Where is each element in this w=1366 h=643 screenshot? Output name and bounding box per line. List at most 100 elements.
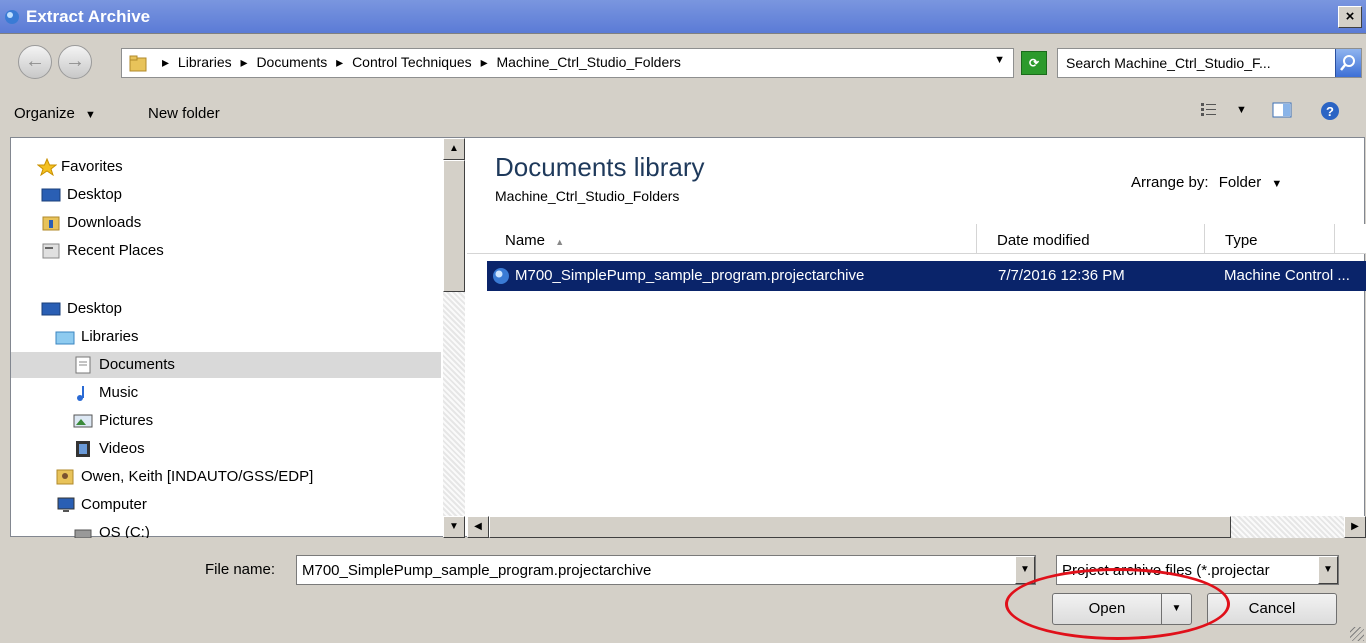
file-type: Machine Control ... bbox=[1224, 267, 1350, 284]
column-name[interactable]: Name ▲ bbox=[467, 224, 977, 254]
scroll-left-icon[interactable]: ◀ bbox=[467, 516, 489, 538]
svg-text:?: ? bbox=[1326, 104, 1334, 119]
file-date-modified: 7/7/2016 12:36 PM bbox=[998, 267, 1125, 284]
command-bar: Organize ▼ New folder ▼ ? bbox=[0, 89, 1366, 137]
window-title: Extract Archive bbox=[26, 7, 151, 26]
nav-label: Music bbox=[99, 384, 139, 401]
search-input[interactable]: Search Machine_Ctrl_Studio_F... bbox=[1057, 48, 1362, 78]
nav-label: Pictures bbox=[99, 412, 154, 429]
nav-item-user[interactable]: Owen, Keith [INDAUTO/GSS/EDP] bbox=[11, 464, 441, 490]
preview-pane-button[interactable] bbox=[1272, 101, 1292, 125]
search-placeholder: Search Machine_Ctrl_Studio_F... bbox=[1066, 55, 1271, 71]
downloads-icon bbox=[42, 216, 60, 231]
nav-label: Downloads bbox=[67, 214, 142, 231]
breadcrumb-separator[interactable]: ▸ bbox=[481, 54, 488, 70]
address-bar[interactable]: ▸ Libraries ▸ Documents ▸ Control Techni… bbox=[121, 48, 1014, 78]
arrange-by: Arrange by: Folder ▼ bbox=[1131, 174, 1282, 191]
nav-label: Videos bbox=[99, 440, 145, 457]
breadcrumb-separator[interactable]: ▸ bbox=[336, 54, 343, 70]
nav-scrollbar-thumb[interactable] bbox=[443, 160, 465, 292]
organize-label: Organize bbox=[14, 105, 75, 122]
nav-item-downloads[interactable]: Downloads bbox=[11, 210, 441, 236]
resize-grip[interactable] bbox=[1350, 627, 1364, 641]
recent-places-icon bbox=[42, 243, 60, 259]
nav-item-documents[interactable]: Documents bbox=[11, 352, 441, 378]
search-icon bbox=[1340, 55, 1355, 71]
refresh-button[interactable]: ⟳ bbox=[1021, 51, 1047, 75]
hscrollbar-thumb[interactable] bbox=[489, 516, 1231, 538]
breadcrumb-separator[interactable]: ▸ bbox=[162, 54, 169, 70]
file-row[interactable]: M700_SimplePump_sample_program.projectar… bbox=[487, 261, 1366, 291]
forward-button[interactable]: → bbox=[58, 45, 92, 79]
nav-item-desktop-fav[interactable]: Desktop bbox=[11, 182, 441, 208]
chevron-down-icon: ▼ bbox=[1271, 178, 1283, 190]
nav-label: Documents bbox=[99, 356, 175, 373]
nav-label: Desktop bbox=[67, 186, 123, 203]
help-button[interactable]: ? bbox=[1320, 101, 1340, 125]
arrange-label: Arrange by: bbox=[1131, 174, 1209, 191]
nav-label: Computer bbox=[81, 496, 147, 513]
scroll-up-icon[interactable]: ▲ bbox=[443, 138, 465, 160]
scroll-right-icon[interactable]: ▶ bbox=[1344, 516, 1366, 538]
nav-scrollbar[interactable]: ▲ ▼ bbox=[443, 138, 465, 538]
music-icon bbox=[77, 386, 84, 401]
nav-label: Desktop bbox=[67, 300, 123, 317]
file-name-field[interactable]: M700_SimplePump_sample_program.projectar… bbox=[296, 555, 1036, 585]
back-button[interactable]: ← bbox=[18, 45, 52, 79]
chevron-down-icon: ▼ bbox=[85, 109, 96, 121]
address-dropdown-icon[interactable]: ▼ bbox=[994, 54, 1005, 66]
nav-item-pictures[interactable]: Pictures bbox=[11, 408, 441, 434]
view-options-button[interactable] bbox=[1200, 101, 1218, 125]
arrange-value: Folder bbox=[1218, 174, 1262, 191]
preview-pane-icon bbox=[1272, 102, 1292, 118]
desktop-icon bbox=[41, 188, 61, 202]
nav-label: OS (C:) bbox=[99, 524, 150, 538]
close-button[interactable]: × bbox=[1338, 6, 1362, 28]
breadcrumb-libraries[interactable]: Libraries bbox=[178, 54, 232, 70]
navigation-pane: Favorites Desktop Downloads Recent Place… bbox=[11, 138, 441, 538]
breadcrumb-separator[interactable]: ▸ bbox=[241, 54, 248, 70]
library-subtitle: Machine_Ctrl_Studio_Folders bbox=[495, 188, 680, 204]
nav-item-os-drive[interactable]: OS (C:) bbox=[11, 520, 441, 538]
nav-item-libraries[interactable]: Libraries bbox=[11, 324, 441, 350]
column-name-label: Name bbox=[505, 232, 546, 249]
breadcrumb-machine-ctrl-studio-folders[interactable]: Machine_Ctrl_Studio_Folders bbox=[496, 54, 680, 70]
star-icon bbox=[37, 158, 57, 176]
new-folder-button[interactable]: New folder bbox=[148, 105, 220, 122]
breadcrumb: ▸ Libraries ▸ Documents ▸ Control Techni… bbox=[162, 54, 686, 71]
nav-label: Recent Places bbox=[67, 242, 164, 259]
nav-label: Libraries bbox=[81, 328, 139, 345]
column-date-modified[interactable]: Date modified bbox=[977, 224, 1205, 254]
nav-item-computer[interactable]: Computer bbox=[11, 492, 441, 518]
folder-icon bbox=[129, 55, 147, 72]
nav-label: Owen, Keith [INDAUTO/GSS/EDP] bbox=[81, 468, 314, 485]
nav-item-music[interactable]: Music bbox=[11, 380, 441, 406]
file-name-value: M700_SimplePump_sample_program.projectar… bbox=[302, 562, 652, 579]
file-name: M700_SimplePump_sample_program.projectar… bbox=[515, 267, 865, 284]
breadcrumb-control-techniques[interactable]: Control Techniques bbox=[352, 54, 472, 70]
address-row: ← → ▸ Libraries ▸ Documents ▸ Control Te… bbox=[0, 35, 1366, 89]
nav-item-videos[interactable]: Videos bbox=[11, 436, 441, 462]
file-type-dropdown-icon[interactable]: ▼ bbox=[1318, 556, 1338, 584]
desktop-icon bbox=[41, 302, 61, 316]
breadcrumb-documents[interactable]: Documents bbox=[256, 54, 327, 70]
sort-ascending-icon: ▲ bbox=[555, 237, 565, 247]
view-dropdown-icon[interactable]: ▼ bbox=[1236, 104, 1247, 128]
pictures-icon bbox=[73, 414, 93, 428]
help-icon: ? bbox=[1321, 102, 1339, 120]
nav-item-favorites[interactable]: Favorites bbox=[11, 154, 441, 180]
forward-arrow-icon: → bbox=[65, 50, 85, 72]
videos-icon bbox=[76, 441, 90, 457]
search-button[interactable] bbox=[1335, 49, 1361, 77]
organize-menu[interactable]: Organize ▼ bbox=[14, 105, 96, 122]
refresh-icon: ⟳ bbox=[1028, 56, 1040, 70]
scroll-down-icon[interactable]: ▼ bbox=[443, 516, 465, 538]
archive-icon bbox=[5, 10, 19, 24]
libraries-icon bbox=[55, 331, 75, 345]
arrange-by-dropdown[interactable]: Folder ▼ bbox=[1219, 174, 1283, 191]
column-type[interactable]: Type bbox=[1205, 224, 1335, 254]
nav-item-recent-places[interactable]: Recent Places bbox=[11, 238, 441, 264]
nav-item-desktop[interactable]: Desktop bbox=[11, 296, 441, 322]
file-list-hscrollbar[interactable]: ◀ ▶ bbox=[467, 516, 1366, 538]
drive-icon bbox=[74, 529, 92, 538]
